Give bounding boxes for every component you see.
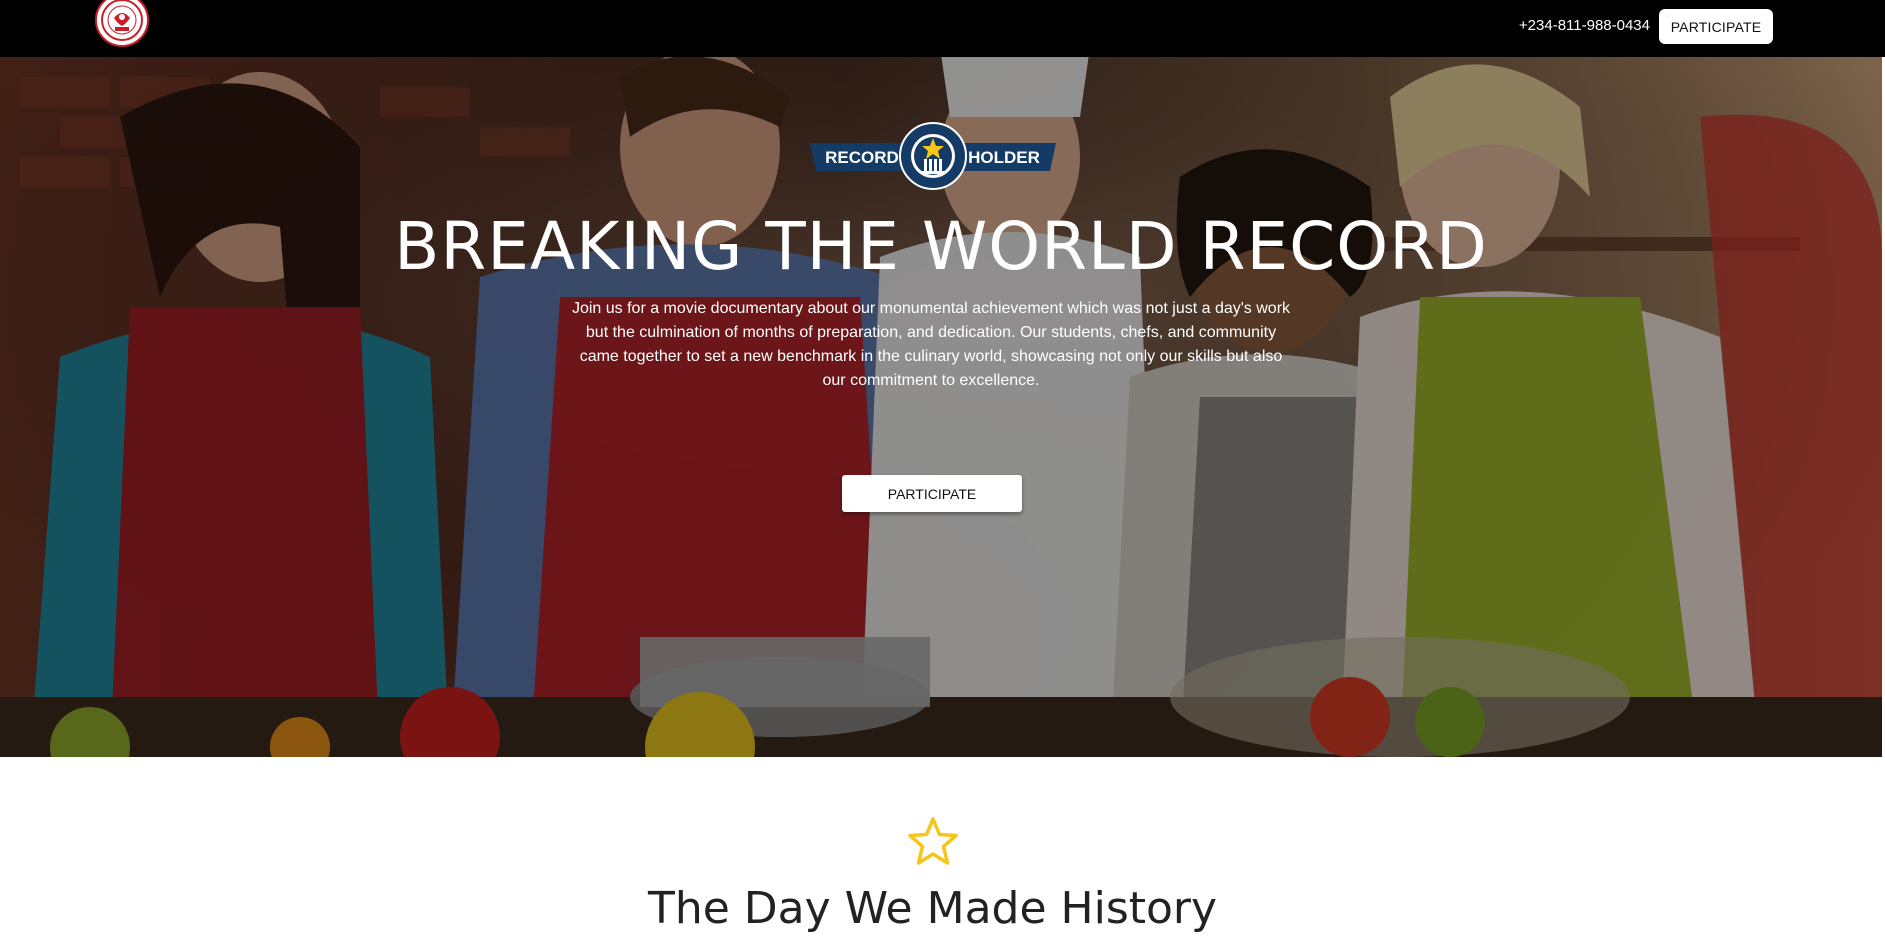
- participate-button-hero[interactable]: PARTICIPATE: [842, 475, 1022, 512]
- badge-left-text: RECORD: [825, 148, 899, 167]
- school-logo[interactable]: [95, 0, 149, 47]
- star-outline-icon: [908, 817, 958, 865]
- hero-description: Join us for a movie documentary about ou…: [571, 300, 1291, 389]
- hero-section: RECORD HOLDER BREAKING THE WORLD RECORD …: [0, 57, 1882, 757]
- section-title: The Day We Made History: [647, 883, 1218, 934]
- guinness-record-holder-badge: RECORD HOLDER: [810, 122, 1056, 190]
- participate-button-nav[interactable]: PARTICIPATE: [1659, 9, 1773, 44]
- crest-icon: [101, 0, 143, 41]
- history-section: The Day We Made History: [0, 757, 1885, 940]
- hero-title: BREAKING THE WORLD RECORD: [394, 208, 1488, 285]
- phone-number[interactable]: +234-811-988-0434: [1460, 17, 1650, 35]
- top-navbar: +234-811-988-0434 PARTICIPATE: [0, 0, 1885, 57]
- badge-right-text: HOLDER: [968, 148, 1040, 167]
